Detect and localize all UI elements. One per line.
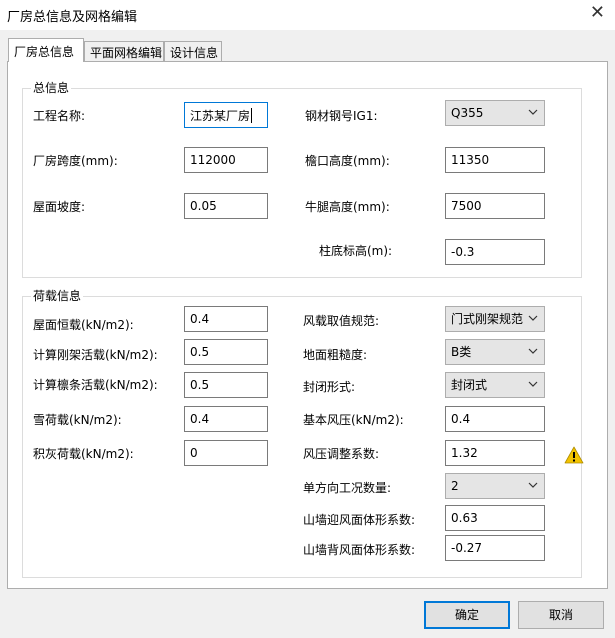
column-base-label: 柱底标高(m): [319,244,393,258]
case-count-select[interactable]: 2 [445,473,545,499]
roof-slope-input[interactable]: 0.05 [184,193,268,219]
gable-leeward-label: 山墙背风面体形系数: [303,543,416,557]
span-input[interactable]: 112000 [184,147,268,173]
basic-wind-pressure-label: 基本风压(kN/m2): [303,413,404,427]
chevron-down-icon [528,348,538,354]
tab-panel: 总信息 荷载信息 工程名称: 江苏某厂房 厂房跨度(mm): 112000 屋面… [7,61,608,589]
roof-dead-load-input[interactable]: 0.4 [184,306,268,332]
frame-live-load-input[interactable]: 0.5 [184,339,268,365]
eave-height-input[interactable]: 11350 [445,147,545,173]
eave-height-label: 檐口高度(mm): [305,154,390,168]
snow-load-label: 雪荷载(kN/m2): [33,413,122,427]
wind-adjust-input[interactable]: 1.32 [445,440,545,466]
enclosure-select[interactable]: 封闭式 [445,372,545,398]
roof-dead-load-label: 屋面恒载(kN/m2): [33,318,134,332]
chevron-down-icon [528,109,538,115]
warning-icon [564,446,584,464]
corbel-height-input[interactable]: 7500 [445,193,545,219]
wind-adjust-label: 风压调整系数: [303,447,380,461]
steel-grade-select[interactable]: Q355 [445,100,545,126]
cancel-button[interactable]: 取消 [518,601,604,629]
gable-leeward-input[interactable]: -0.27 [445,535,545,561]
corbel-height-label: 牛腿高度(mm): [305,200,390,214]
purlin-live-load-label: 计算檩条活载(kN/m2): [33,378,158,392]
tab-grid-edit[interactable]: 平面网格编辑 [84,41,164,61]
title-bar: 厂房总信息及网格编辑 ✕ [0,0,615,30]
close-icon[interactable]: ✕ [590,3,605,23]
ash-load-label: 积灰荷载(kN/m2): [33,447,134,461]
chevron-down-icon [528,381,538,387]
ash-load-input[interactable]: 0 [184,440,268,466]
window-title: 厂房总信息及网格编辑 [7,10,138,25]
project-name-label: 工程名称: [33,109,86,123]
enclosure-label: 封闭形式: [303,380,356,394]
ok-button[interactable]: 确定 [424,601,510,629]
steel-grade-label: 钢材钢号IG1: [305,109,378,123]
roughness-label: 地面粗糙度: [303,348,368,362]
gable-windward-input[interactable]: 0.63 [445,505,545,531]
span-label: 厂房跨度(mm): [33,154,118,168]
roof-slope-label: 屋面坡度: [33,200,86,214]
tab-general-info[interactable]: 厂房总信息 [8,38,84,62]
wind-code-label: 风载取值规范: [303,314,380,328]
gable-windward-label: 山墙迎风面体形系数: [303,513,416,527]
basic-wind-pressure-input[interactable]: 0.4 [445,406,545,432]
tab-bar: 厂房总信息 平面网格编辑 设计信息 [0,38,615,62]
column-base-input[interactable]: -0.3 [445,239,545,265]
wind-code-select[interactable]: 门式刚架规范 [445,306,545,332]
snow-load-input[interactable]: 0.4 [184,406,268,432]
group-title: 荷载信息 [31,289,84,303]
group-title: 总信息 [31,81,72,95]
project-name-input[interactable]: 江苏某厂房 [184,102,268,128]
frame-live-load-label: 计算刚架活载(kN/m2): [33,348,158,362]
purlin-live-load-input[interactable]: 0.5 [184,372,268,398]
tab-design-info[interactable]: 设计信息 [164,41,222,61]
chevron-down-icon [528,482,538,488]
roughness-select[interactable]: B类 [445,339,545,365]
chevron-down-icon [528,315,538,321]
case-count-label: 单方向工况数量: [303,481,392,495]
